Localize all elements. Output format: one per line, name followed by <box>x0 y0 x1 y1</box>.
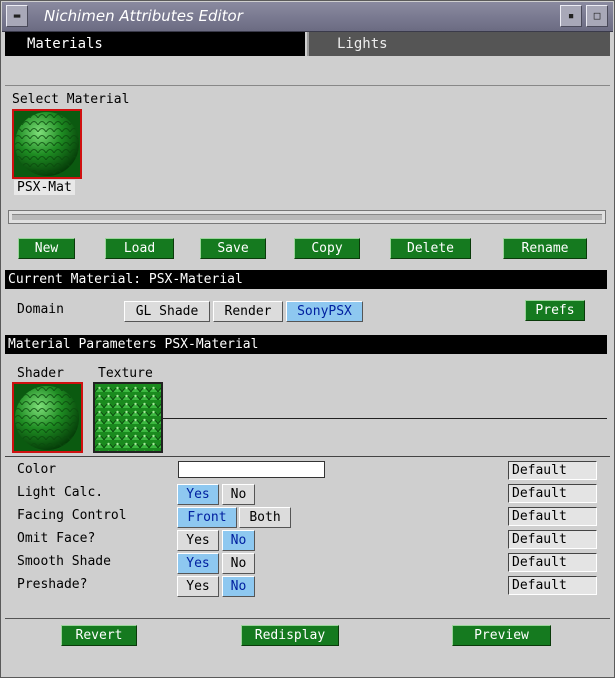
shader-sphere-icon <box>14 111 80 177</box>
color-default-button[interactable]: Default <box>508 461 597 480</box>
minimize-button[interactable]: ▪ <box>560 5 582 27</box>
window-title: Nichimen Attributes Editor <box>44 7 243 25</box>
texture-label: Texture <box>98 366 153 381</box>
preshade-default-button[interactable]: Default <box>508 576 597 595</box>
domain-render-toggle[interactable]: Render <box>213 301 283 322</box>
smooth-shade-label: Smooth Shade <box>17 554 111 569</box>
shader-sphere-icon <box>14 384 81 451</box>
divider <box>5 456 610 457</box>
color-field[interactable] <box>178 461 325 478</box>
delete-button[interactable]: Delete <box>390 238 471 259</box>
light-calc-label: Light Calc. <box>17 485 104 500</box>
tab-lights[interactable]: Lights <box>307 32 610 56</box>
facing-control-label: Facing Control <box>17 508 127 523</box>
material-scrollbar[interactable] <box>8 210 606 224</box>
preshade-no-toggle[interactable]: No <box>222 576 255 597</box>
load-button[interactable]: Load <box>105 238 174 259</box>
domain-gl-shade-toggle[interactable]: GL Shade <box>124 301 210 322</box>
window: ▬ Nichimen Attributes Editor ▪ □ Materia… <box>0 0 615 678</box>
material-parameters-bar: Material Parameters PSX-Material <box>5 335 607 354</box>
tab-strip: Materials Lights <box>5 32 610 56</box>
light-calc-default-button[interactable]: Default <box>508 484 597 503</box>
omit-face-yes-toggle[interactable]: Yes <box>177 530 219 551</box>
omit-face-default-button[interactable]: Default <box>508 530 597 549</box>
shader-label: Shader <box>17 366 64 381</box>
maximize-icon: □ <box>593 9 601 22</box>
texture-swatch[interactable] <box>93 382 163 453</box>
menu-bar-icon: ▬ <box>13 9 21 22</box>
smooth-shade-no-toggle[interactable]: No <box>222 553 255 574</box>
domain-label: Domain <box>17 302 64 317</box>
maximize-button[interactable]: □ <box>586 5 608 27</box>
copy-button[interactable]: Copy <box>294 238 360 259</box>
tab-materials[interactable]: Materials <box>5 32 305 56</box>
rename-button[interactable]: Rename <box>503 238 587 259</box>
divider <box>5 618 610 619</box>
redisplay-button[interactable]: Redisplay <box>241 625 339 646</box>
shader-swatch[interactable] <box>12 382 83 453</box>
new-button[interactable]: New <box>18 238 75 259</box>
preshade-yes-toggle[interactable]: Yes <box>177 576 219 597</box>
preshade-label: Preshade? <box>17 577 88 592</box>
window-menu-button[interactable]: ▬ <box>6 5 28 27</box>
prefs-button[interactable]: Prefs <box>525 300 585 321</box>
domain-sonypsx-toggle[interactable]: SonyPSX <box>286 301 363 322</box>
omit-face-label: Omit Face? <box>17 531 96 546</box>
preview-button[interactable]: Preview <box>452 625 551 646</box>
revert-button[interactable]: Revert <box>61 625 137 646</box>
facing-front-toggle[interactable]: Front <box>177 507 237 528</box>
texture-pattern-icon <box>95 384 161 451</box>
current-material-bar: Current Material: PSX-Material <box>5 270 607 289</box>
facing-control-default-button[interactable]: Default <box>508 507 597 526</box>
divider <box>5 85 610 86</box>
facing-both-toggle[interactable]: Both <box>239 507 291 528</box>
omit-face-no-toggle[interactable]: No <box>222 530 255 551</box>
material-swatch-label: PSX-Mat <box>14 180 75 195</box>
smooth-shade-yes-toggle[interactable]: Yes <box>177 553 219 574</box>
color-label: Color <box>17 462 57 477</box>
minimize-icon: ▪ <box>567 9 575 22</box>
select-material-heading: Select Material <box>12 92 130 107</box>
material-swatch-psx-mat[interactable] <box>12 109 82 179</box>
light-calc-yes-toggle[interactable]: Yes <box>177 484 219 505</box>
smooth-shade-default-button[interactable]: Default <box>508 553 597 572</box>
scrollbar-track[interactable] <box>12 214 602 220</box>
light-calc-no-toggle[interactable]: No <box>222 484 255 505</box>
save-button[interactable]: Save <box>200 238 266 259</box>
divider <box>163 418 607 419</box>
title-bar[interactable]: ▬ Nichimen Attributes Editor ▪ □ <box>2 2 613 32</box>
